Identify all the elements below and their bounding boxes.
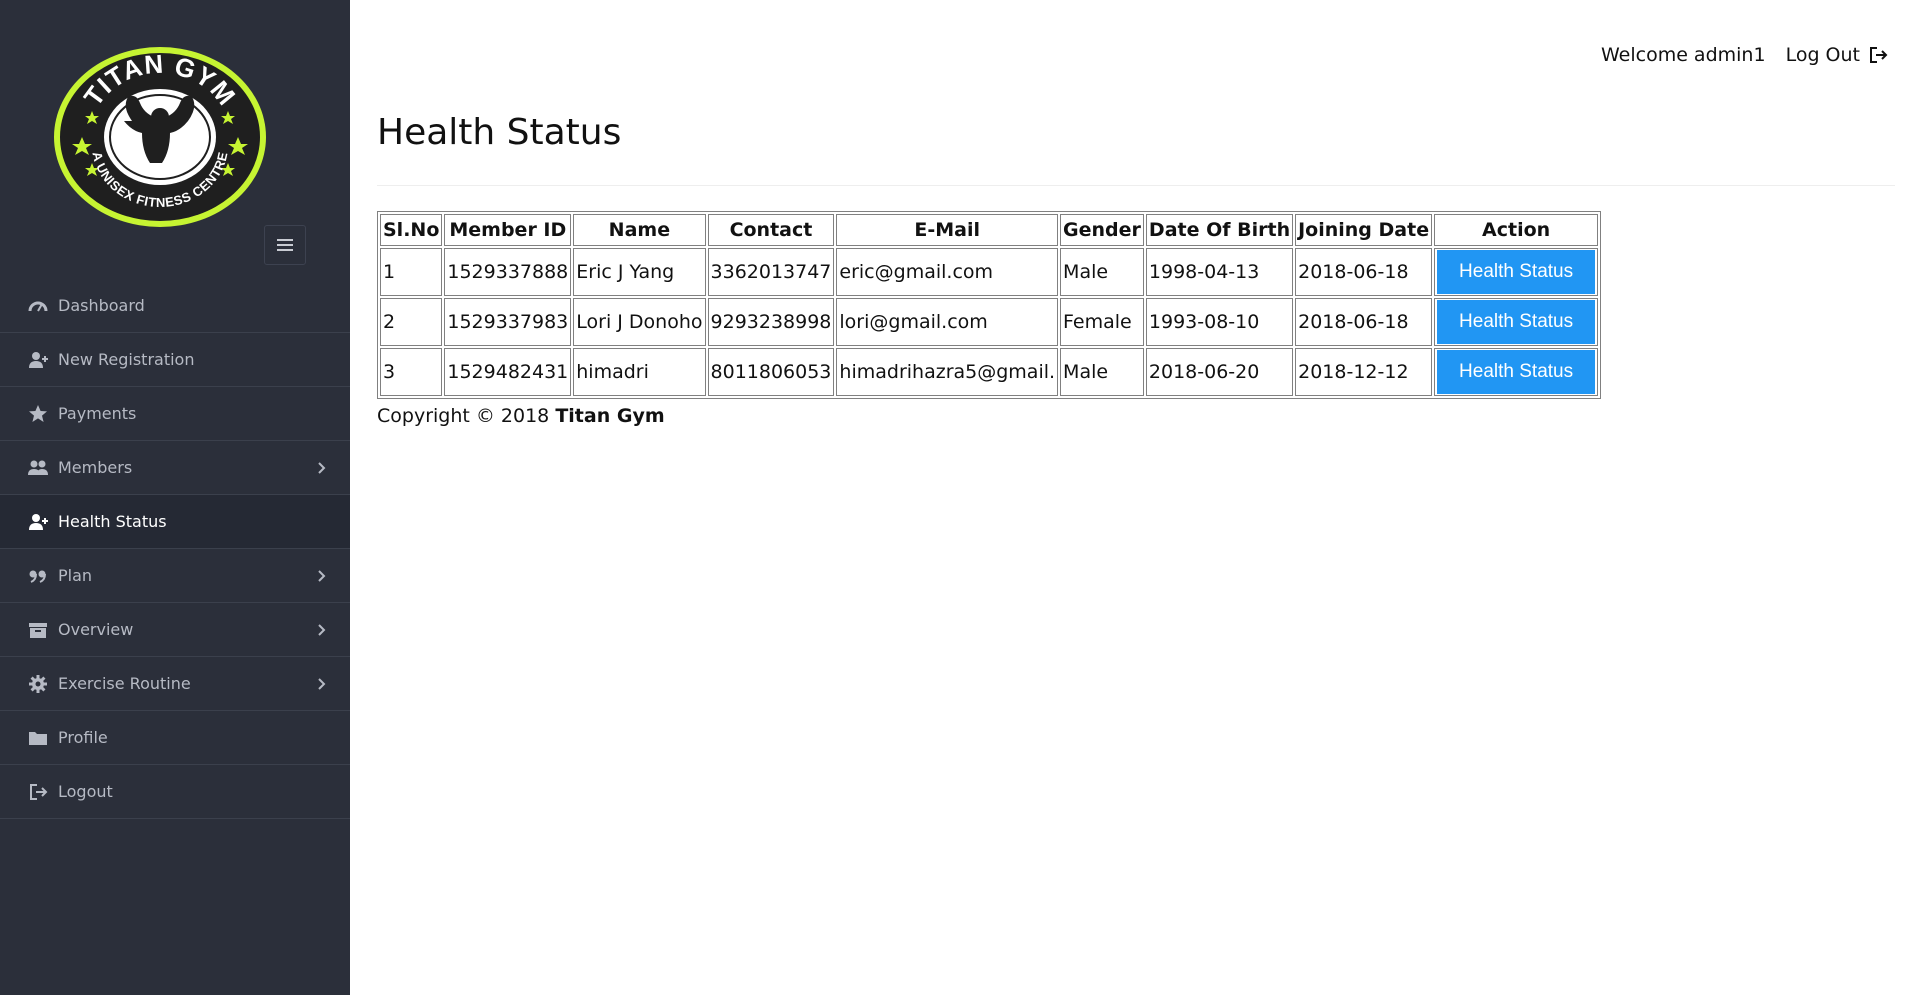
copyright-brand: Titan Gym	[555, 405, 665, 427]
top-bar: Welcome admin1 Log Out	[1601, 44, 1888, 66]
column-header-dob: Date Of Birth	[1145, 214, 1294, 246]
table-row: 1 1529337888 Eric J Yang 3362013747 eric…	[380, 248, 1599, 296]
sidebar-item-new-registration[interactable]: New Registration	[0, 333, 350, 387]
sidebar-item-label: Plan	[58, 566, 93, 585]
chevron-right-icon	[316, 620, 328, 640]
cell-dob: 1993-08-10	[1145, 298, 1294, 346]
cell-dob: 1998-04-13	[1145, 248, 1294, 296]
column-header-action: Action	[1434, 214, 1599, 246]
cell-slno: 1	[380, 248, 443, 296]
cell-name: Eric J Yang	[573, 248, 706, 296]
gym-logo[interactable]: TITAN GYM A UNISEX FITNESS CENTRE	[52, 45, 268, 229]
cell-joining-date: 2018-06-18	[1295, 248, 1433, 296]
sidebar-item-label: Dashboard	[58, 296, 145, 315]
logout-label: Log Out	[1785, 44, 1860, 66]
sidebar-item-label: Overview	[58, 620, 134, 639]
star-icon	[28, 404, 48, 424]
column-header-name: Name	[573, 214, 706, 246]
sidebar-item-label: Logout	[58, 782, 113, 801]
cell-contact: 8011806053	[707, 348, 835, 396]
user-plus-icon	[28, 350, 48, 370]
page-title: Health Status	[377, 112, 622, 153]
archive-icon	[28, 620, 48, 640]
copyright-footer: Copyright © 2018 Titan Gym	[377, 405, 665, 427]
quote-icon	[28, 566, 48, 586]
cell-email: lori@gmail.com	[836, 298, 1059, 346]
sidebar-item-overview[interactable]: Overview	[0, 603, 350, 657]
user-plus-icon	[28, 512, 48, 532]
sidebar-item-profile[interactable]: Profile	[0, 711, 350, 765]
column-header-slno: Sl.No	[380, 214, 443, 246]
cell-email: himadrihazra5@gmail.	[836, 348, 1059, 396]
chevron-right-icon	[316, 458, 328, 478]
sidebar-item-dashboard[interactable]: Dashboard	[0, 279, 350, 333]
table-row: 2 1529337983 Lori J Donoho 9293238998 lo…	[380, 298, 1599, 346]
cell-contact: 9293238998	[707, 298, 835, 346]
sidebar-item-logout[interactable]: Logout	[0, 765, 350, 819]
users-icon	[28, 458, 48, 478]
column-header-gender: Gender	[1060, 214, 1144, 246]
column-header-member-id: Member ID	[444, 214, 572, 246]
sidebar-item-label: Payments	[58, 404, 137, 423]
sidebar-item-plan[interactable]: Plan	[0, 549, 350, 603]
table-row: 3 1529482431 himadri 8011806053 himadrih…	[380, 348, 1599, 396]
title-divider	[377, 185, 1895, 186]
cell-gender: Male	[1060, 248, 1144, 296]
sidebar-nav: Dashboard New Registration Payments Memb…	[0, 279, 350, 819]
sign-out-icon	[28, 782, 48, 802]
folder-icon	[28, 728, 48, 748]
cell-gender: Male	[1060, 348, 1144, 396]
cell-joining-date: 2018-12-12	[1295, 348, 1433, 396]
gym-logo-emblem: TITAN GYM A UNISEX FITNESS CENTRE	[54, 47, 266, 227]
copyright-text: Copyright © 2018	[377, 405, 550, 427]
cell-name: Lori J Donoho	[573, 298, 706, 346]
members-table: Sl.No Member ID Name Contact E-Mail Gend…	[377, 211, 1602, 399]
welcome-text: Welcome admin1	[1600, 44, 1766, 66]
column-header-email: E-Mail	[836, 214, 1059, 246]
cell-action: Health Status	[1434, 298, 1599, 346]
cell-action: Health Status	[1434, 348, 1599, 396]
health-status-button[interactable]: Health Status	[1437, 250, 1596, 294]
sidebar-item-label: Profile	[58, 728, 108, 747]
sidebar-toggle-button[interactable]	[264, 225, 306, 265]
column-header-contact: Contact	[707, 214, 835, 246]
cell-action: Health Status	[1434, 248, 1599, 296]
cell-joining-date: 2018-06-18	[1295, 298, 1433, 346]
sidebar-item-label: Members	[58, 458, 133, 477]
cell-member-id: 1529337983	[444, 298, 572, 346]
cell-member-id: 1529482431	[444, 348, 572, 396]
sidebar-item-label: New Registration	[58, 350, 195, 369]
gear-icon	[28, 674, 48, 694]
cell-slno: 2	[380, 298, 443, 346]
cell-dob: 2018-06-20	[1145, 348, 1294, 396]
hamburger-icon	[277, 239, 293, 251]
chevron-right-icon	[316, 566, 328, 586]
cell-slno: 3	[380, 348, 443, 396]
health-status-button[interactable]: Health Status	[1437, 350, 1596, 394]
cell-name: himadri	[573, 348, 706, 396]
dashboard-icon	[28, 296, 48, 316]
sidebar-item-exercise-routine[interactable]: Exercise Routine	[0, 657, 350, 711]
sign-out-icon	[1868, 45, 1888, 65]
chevron-right-icon	[316, 674, 328, 694]
cell-contact: 3362013747	[707, 248, 835, 296]
cell-gender: Female	[1060, 298, 1144, 346]
sidebar-item-members[interactable]: Members	[0, 441, 350, 495]
sidebar: TITAN GYM A UNISEX FITNESS CENTRE Dashbo…	[0, 0, 350, 995]
sidebar-item-label: Health Status	[58, 512, 167, 531]
health-status-button[interactable]: Health Status	[1437, 300, 1596, 344]
cell-email: eric@gmail.com	[836, 248, 1059, 296]
column-header-joining-date: Joining Date	[1295, 214, 1433, 246]
logout-link[interactable]: Log Out	[1786, 44, 1888, 66]
cell-member-id: 1529337888	[444, 248, 572, 296]
sidebar-item-health-status[interactable]: Health Status	[0, 495, 350, 549]
sidebar-item-label: Exercise Routine	[58, 674, 191, 693]
table-header-row: Sl.No Member ID Name Contact E-Mail Gend…	[380, 214, 1599, 246]
sidebar-item-payments[interactable]: Payments	[0, 387, 350, 441]
